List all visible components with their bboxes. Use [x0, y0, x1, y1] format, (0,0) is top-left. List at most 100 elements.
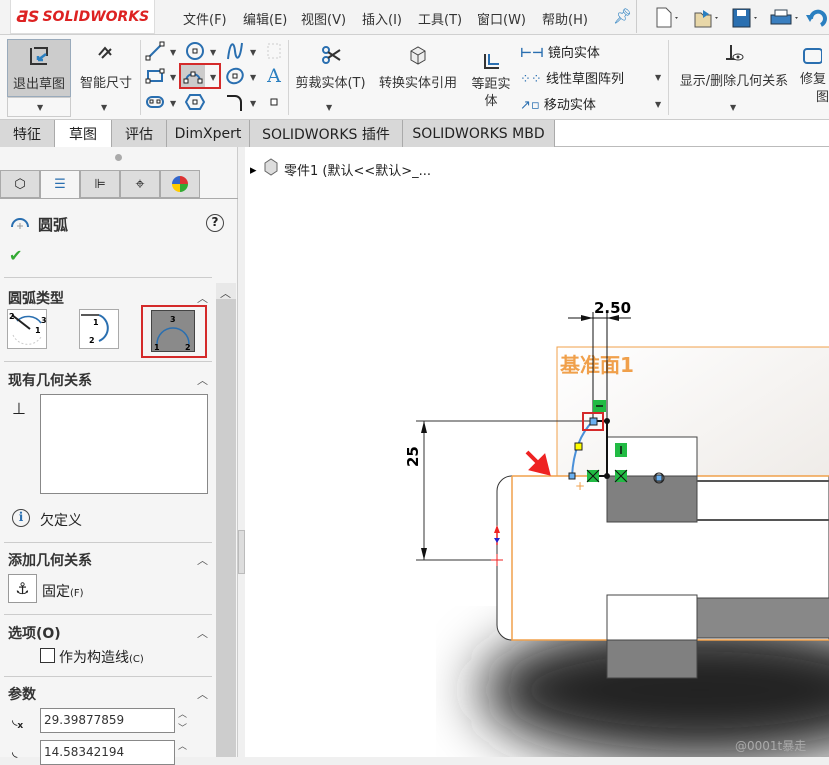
tab-evaluate[interactable]: 评估 [112, 120, 167, 147]
tab-dimxpert[interactable]: DimXpert [167, 120, 250, 147]
dropdown-icon[interactable]: ▼ [250, 99, 256, 108]
tab-mbd[interactable]: SOLIDWORKS MBD [403, 120, 555, 147]
trim-entities-button[interactable]: 剪裁实体(T) [293, 45, 368, 91]
center-x-input[interactable]: 29.39877859 [40, 708, 175, 733]
plane-tool[interactable] [262, 40, 286, 62]
dropdown-icon[interactable]: ▼ [655, 73, 661, 82]
new-file-icon[interactable] [656, 7, 678, 28]
menu-view[interactable]: 视图(V) [301, 9, 346, 28]
menu-edit[interactable]: 编辑(E) [243, 9, 287, 28]
fillet-tool[interactable] [223, 91, 247, 113]
ok-check-icon[interactable]: ✔ [9, 246, 22, 265]
pin-icon[interactable]: 📌︎ [613, 7, 632, 25]
arc-endpoint[interactable] [589, 417, 598, 426]
dropdown-icon[interactable]: ▼ [101, 103, 107, 112]
fix-relation-button[interactable]: ⚓︎ [8, 574, 37, 603]
spinner-down-icon[interactable]: ﹀ [178, 721, 187, 734]
menu-file[interactable]: 文件(F) [183, 9, 227, 28]
scrollbar-thumb[interactable] [216, 299, 236, 757]
centerpoint-arc-option[interactable]: 2 31 [7, 309, 47, 349]
solidworks-logo[interactable]: ƋS SOLIDWORKS [10, 0, 155, 34]
property-manager-tab[interactable]: ☰ [40, 170, 80, 198]
tab-addins[interactable]: SOLIDWORKS 插件 [250, 120, 403, 147]
rectangle-tool[interactable] [143, 65, 167, 87]
collapse-icon[interactable]: ︿ [197, 290, 208, 306]
offset-entities-button[interactable]: 等距实 体 [467, 51, 515, 110]
construction-checkbox[interactable] [40, 648, 55, 663]
section-add-relations: 添加几何关系 [8, 553, 92, 569]
dimxpert-manager-tab[interactable]: ⌖ [120, 170, 160, 198]
menu-help[interactable]: 帮助(H) [542, 9, 588, 28]
tab-features[interactable]: 特征 [0, 120, 55, 147]
move-entities-button[interactable]: ↗▫ 移动实体 [520, 94, 596, 113]
save-icon[interactable] [732, 8, 757, 28]
convert-entities-button[interactable]: 转换实体引用 [372, 45, 464, 91]
tree-expand-icon[interactable]: ▸ [250, 163, 257, 178]
polygon-icon [185, 94, 205, 110]
panel-scrollbar[interactable]: ︿ [216, 283, 236, 757]
line-tool[interactable] [143, 40, 167, 62]
tree-part-item[interactable]: 零件1 (默认<<默认>_... [284, 163, 431, 179]
tangent-arc-option[interactable]: 12 [79, 309, 119, 349]
linear-pattern-button[interactable]: ⁘⁘ 线性草图阵列 [520, 68, 624, 87]
display-manager-tab[interactable] [160, 170, 200, 198]
collapse-icon[interactable]: ︿ [197, 686, 208, 702]
slot-tool[interactable] [143, 91, 167, 113]
dropdown-icon[interactable]: ▼ [326, 103, 332, 112]
dropdown-icon[interactable]: ▼ [170, 48, 176, 57]
arc-dropdown-icon[interactable]: ▼ [210, 73, 216, 82]
menu-window[interactable]: 窗口(W) [477, 9, 526, 28]
collapse-icon[interactable]: ︿ [197, 625, 208, 641]
ellipse-tool[interactable] [223, 65, 247, 87]
spinner-up-icon[interactable]: ︿ [178, 707, 187, 720]
smart-dimension-icon [98, 46, 112, 59]
panel-collapse-handle[interactable] [238, 530, 245, 574]
display-delete-relations-button[interactable]: 显示/删除几何关系 [673, 43, 795, 89]
panel-grip[interactable] [115, 154, 122, 161]
dropdown-icon[interactable]: ▼ [210, 48, 216, 57]
graphics-area[interactable]: ▸ 零件1 (默认<<默认>_... 基准面1 2.50 25 + @0001t… [245, 147, 829, 757]
point-tool[interactable] [262, 91, 286, 113]
feature-manager-tab[interactable]: ⬡ [0, 170, 40, 198]
divider [668, 40, 669, 115]
collapse-icon[interactable]: ︿ [197, 552, 208, 568]
menu-insert[interactable]: 插入(I) [362, 9, 402, 28]
smart-dimension-button[interactable]: 智能尺寸 [76, 45, 136, 91]
sketch-point[interactable] [655, 474, 663, 482]
collapse-icon[interactable]: ︿ [197, 372, 208, 388]
menu-tools[interactable]: 工具(T) [418, 9, 462, 28]
dimension-h[interactable]: 2.50 [594, 299, 631, 317]
part-icon [264, 158, 278, 176]
print-icon[interactable] [770, 9, 798, 25]
dropdown-icon[interactable]: ▼ [170, 99, 176, 108]
circle-tool[interactable] [183, 40, 207, 62]
arc-icon [11, 218, 29, 229]
help-icon[interactable]: ? [206, 214, 224, 232]
construction-label[interactable]: 作为构造线(C) [59, 647, 144, 667]
dimension-v[interactable]: 25 [404, 446, 422, 467]
tab-sketch[interactable]: 草图 [55, 120, 112, 147]
three-point-arc-option[interactable]: 3 1 2 [151, 310, 195, 352]
undo-icon[interactable] [806, 9, 827, 27]
arc-midpoint[interactable] [574, 442, 583, 451]
dropdown-icon[interactable]: ▼ [250, 48, 256, 57]
section-existing-relations: 现有几何关系 [8, 373, 92, 389]
exit-sketch-dropdown[interactable]: ▼ [7, 97, 71, 117]
dropdown-icon[interactable]: ▼ [655, 100, 661, 109]
exit-sketch-button[interactable]: 退出草图 [7, 39, 71, 97]
dropdown-icon[interactable]: ▼ [170, 73, 176, 82]
polygon-tool[interactable] [183, 91, 207, 113]
fix-relation-label[interactable]: 固定(F) [42, 581, 84, 601]
arc-tool[interactable] [181, 65, 205, 87]
spinner-up-icon[interactable]: ︿ [178, 739, 187, 752]
dropdown-icon[interactable]: ▼ [250, 73, 256, 82]
center-y-input[interactable]: 14.58342194 [40, 740, 175, 765]
mirror-entities-button[interactable]: ⊢⊣ 镜向实体 [520, 42, 600, 61]
spline-tool[interactable] [223, 40, 247, 62]
configuration-manager-tab[interactable]: ⊫ [80, 170, 120, 198]
dropdown-icon[interactable]: ▼ [730, 103, 736, 112]
existing-relations-list[interactable] [40, 394, 208, 494]
open-file-icon[interactable] [694, 10, 718, 28]
repair-sketch-button[interactable]: 修复 图 [800, 47, 829, 107]
text-tool-icon[interactable]: A [262, 65, 286, 87]
